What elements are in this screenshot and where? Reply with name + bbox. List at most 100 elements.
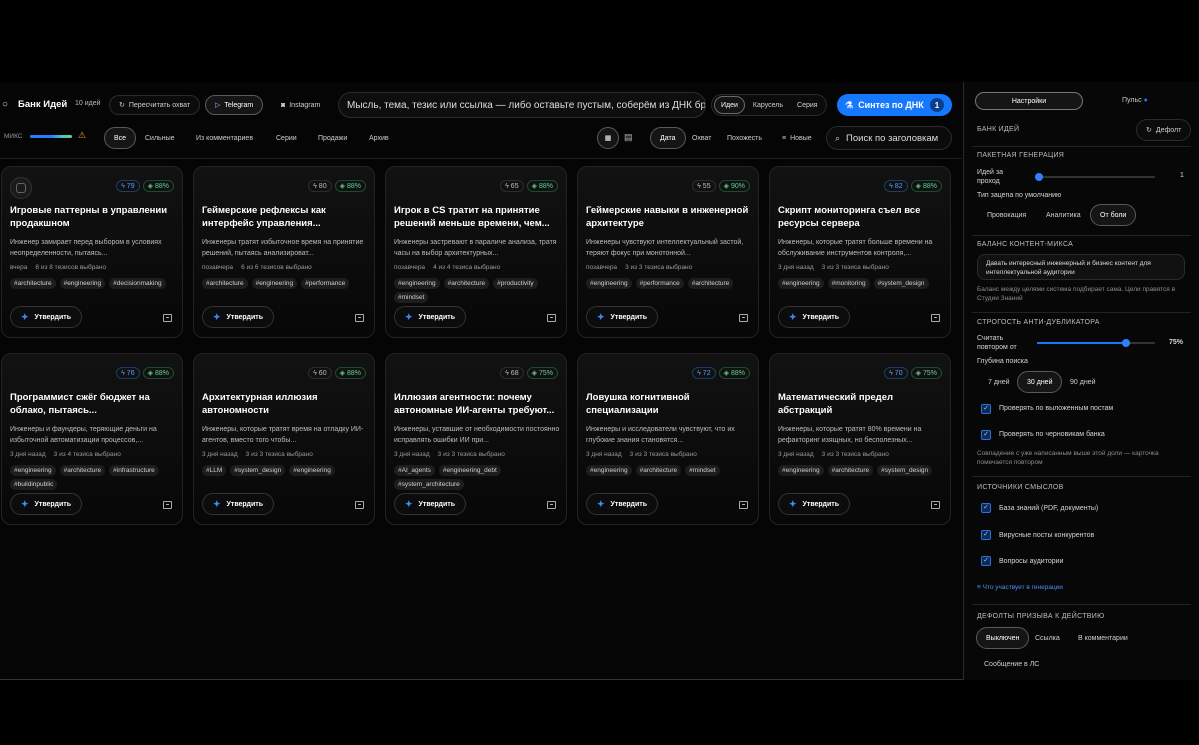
tab-settings[interactable]: Настройки [975,92,1083,110]
archive-icon[interactable] [355,501,364,509]
tag[interactable]: #system_design [877,465,933,476]
default-button[interactable]: ↻ Дефолт [1136,119,1192,141]
filter-series[interactable]: Серии [266,127,307,149]
tag[interactable]: #architecture [202,278,248,289]
approve-button[interactable]: ✦ Утвердить [778,306,851,328]
idea-card[interactable]: ϟ 82 ◈ 88% Скрипт мониторинга съел все рес… [769,166,951,338]
tag[interactable]: #engineering [394,278,440,289]
archive-icon[interactable] [931,314,940,322]
select-checkbox[interactable] [10,177,32,199]
tag[interactable]: #architecture [59,465,106,476]
idea-card[interactable]: ϟ 70 ◈ 75% Математический предел абстракци… [769,353,951,525]
hook-analytics[interactable]: Аналитика [1036,205,1091,225]
approve-button[interactable]: ✦ Утвердить [394,306,467,328]
tag[interactable]: #engineering [778,278,824,289]
cta-off[interactable]: Выключен [976,627,1030,649]
repeat-threshold-slider[interactable] [1037,339,1155,347]
tab-instagram[interactable]: ◙ Instagram [271,95,330,115]
filter-strong[interactable]: Сильные [135,127,185,149]
archive-icon[interactable] [931,501,940,509]
filter-archive[interactable]: Архив [359,127,399,149]
table-view-icon[interactable]: ▤ [624,132,633,143]
archive-icon[interactable] [739,501,748,509]
idea-card[interactable]: ϟ 60 ◈ 88% Архитектурная иллюзия автономно… [193,353,375,525]
depth-30-days[interactable]: 30 дней [1017,371,1063,393]
idea-card[interactable]: ϟ 68 ◈ 75% Иллюзия агентности: почему авто… [385,353,567,525]
tag[interactable]: #system_design [230,465,286,476]
depth-90-days[interactable]: 90 дней [1060,371,1105,393]
ideas-per-pass-slider[interactable] [1035,173,1155,181]
tag[interactable]: #engineering [586,278,632,289]
approve-button[interactable]: ✦ Утвердить [202,306,275,328]
grid-view-icon[interactable]: ▦ [597,127,619,149]
tag[interactable]: #buildinpublic [10,479,58,490]
tag[interactable]: #monitoring [827,278,870,289]
tab-pulse[interactable]: Пульс ● [1122,97,1148,104]
tag[interactable]: #architecture [10,278,56,289]
archive-icon[interactable] [547,314,556,322]
tag[interactable]: #engineering [586,465,632,476]
archive-icon[interactable] [547,501,556,509]
tag[interactable]: #decisionmaking [109,278,166,289]
source-questions-checkbox[interactable]: ✓ [981,556,991,566]
tag[interactable]: #system_design [873,278,929,289]
idea-card[interactable]: ϟ 72 ◈ 88% Ловушка когнитивной специализац… [577,353,759,525]
check-posted-checkbox[interactable]: ✓ [981,404,991,414]
archive-icon[interactable] [739,314,748,322]
hook-provocation[interactable]: Провокация [977,205,1036,225]
tag[interactable]: #AI_agents [394,465,435,476]
tag[interactable]: #engineering [251,278,298,289]
slider-knob[interactable] [1035,173,1043,181]
tab-telegram[interactable]: ▷ Telegram [205,95,264,115]
tag[interactable]: #engineering [59,278,106,289]
approve-button[interactable]: ✦ Утвердить [778,493,851,515]
sort-newest[interactable]: ≡ Новые [772,127,822,149]
approve-button[interactable]: ✦ Утвердить [10,493,83,515]
sort-similarity[interactable]: Похожесть [717,127,772,149]
cta-link[interactable]: Ссылка [1025,627,1070,649]
approve-button[interactable]: ✦ Утвердить [202,493,275,515]
tag[interactable]: #architecture [635,465,682,476]
approve-button[interactable]: ✦ Утвердить [586,306,659,328]
approve-button[interactable]: ✦ Утвердить [394,493,467,515]
filter-sales[interactable]: Продажи [308,127,357,149]
mode-series[interactable]: Серия [791,96,824,114]
mode-carousel[interactable]: Карусель [747,96,789,114]
tag[interactable]: #mindset [394,292,429,303]
balance-goal[interactable]: Давать интересный инженерный и бизнес ко… [977,254,1185,280]
filter-from-comments[interactable]: Из комментариев [186,127,263,149]
idea-card[interactable]: ϟ 55 ◈ 90% Геймерские навыки в инженерной … [577,166,759,338]
archive-icon[interactable] [163,501,172,509]
idea-card[interactable]: ϟ 65 ◈ 88% Игрок в CS тратит на принятие р… [385,166,567,338]
depth-7-days[interactable]: 7 дней [978,371,1020,393]
filter-all[interactable]: Все [104,127,137,149]
idea-card[interactable]: ϟ 76 ◈ 88% Программист сжёг бюджет на обла… [1,353,183,525]
check-drafts-checkbox[interactable]: ✓ [981,430,991,440]
sort-date[interactable]: Дата [650,127,686,149]
who-participates-link[interactable]: ≡ Что участвует в генерации [977,584,1063,591]
tag[interactable]: #system_architecture [394,479,464,490]
hook-pain[interactable]: От боли [1090,204,1137,226]
tag[interactable]: #architecture [827,465,874,476]
tag[interactable]: #performance [301,278,350,289]
tag[interactable]: #infrastructure [109,465,159,476]
tag[interactable]: #engineering [289,465,335,476]
idea-input[interactable]: Мысль, тема, тезис или ссылка — либо ост… [338,92,706,118]
source-viral-checkbox[interactable]: ✓ [981,530,991,540]
source-kb-checkbox[interactable]: ✓ [981,503,991,513]
idea-card[interactable]: ϟ 79 ◈ 88% Игровые паттерны в управлении п… [1,166,183,338]
sort-reach[interactable]: Охват [682,127,721,149]
slider-knob[interactable] [1121,339,1130,347]
archive-icon[interactable] [163,314,172,322]
mode-ideas[interactable]: Идеи [714,96,745,114]
synth-button[interactable]: ⚗ Синтез по ДНК 1 [837,94,952,116]
idea-card[interactable]: ϟ 80 ◈ 88% Геймерские рефлексы как интерфе… [193,166,375,338]
tag[interactable]: #performance [635,278,684,289]
approve-button[interactable]: ✦ Утвердить [10,306,83,328]
recount-button[interactable]: ↻ Пересчитать охват [109,95,201,115]
tag[interactable]: #productivity [493,278,538,289]
cta-dm[interactable]: Сообщение в ЛС [974,653,1049,675]
approve-button[interactable]: ✦ Утвердить [586,493,659,515]
tag[interactable]: #mindset [685,465,720,476]
cta-comments[interactable]: В комментарии [1068,627,1138,649]
